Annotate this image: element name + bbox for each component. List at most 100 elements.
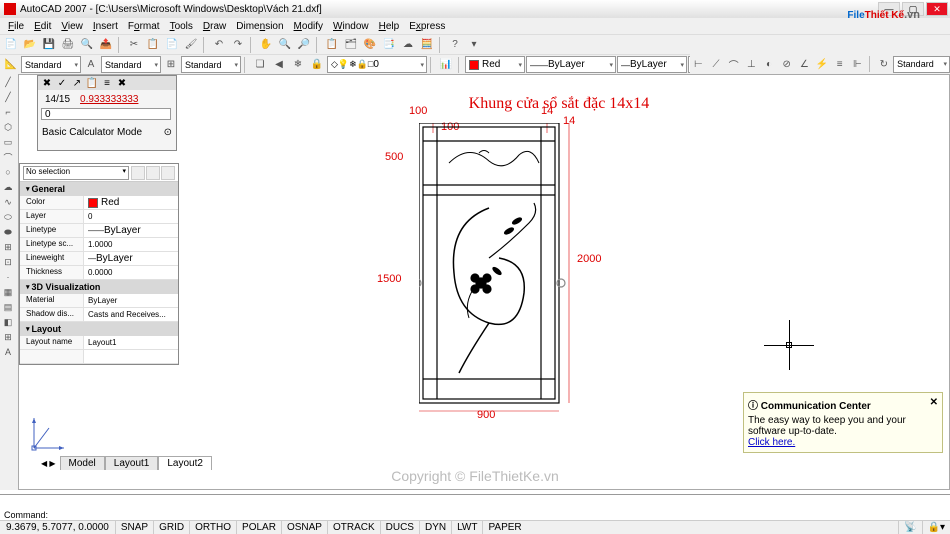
gradient-icon[interactable]: ▤: [0, 300, 16, 314]
tab-layout1[interactable]: Layout1: [105, 456, 159, 470]
sheet-set-icon[interactable]: 📑: [380, 36, 398, 54]
communication-center[interactable]: ⓘ Communication Center ✕ The easy way to…: [743, 392, 943, 453]
calc-clear-icon[interactable]: ✖: [41, 77, 53, 89]
zoom-icon[interactable]: 🔍: [276, 36, 294, 54]
dim-quick-icon[interactable]: ⚡: [814, 55, 831, 73]
point-icon[interactable]: ·: [0, 270, 16, 284]
dim-linear-icon[interactable]: ⊢: [690, 55, 707, 73]
dyn-toggle[interactable]: DYN: [419, 521, 451, 534]
menu-dimension[interactable]: Dimension: [232, 21, 287, 32]
drawing-canvas[interactable]: ✖ ✓ ↗ 📋 ≡ ✖ 14/150.933333333 0 Basic Cal…: [18, 74, 950, 490]
text-style-icon[interactable]: A: [82, 56, 100, 74]
menu-insert[interactable]: Insert: [89, 21, 122, 32]
revcloud-icon[interactable]: ☁: [0, 180, 16, 194]
comm-close-icon[interactable]: ✕: [930, 397, 938, 412]
xline-icon[interactable]: ╱: [0, 90, 16, 104]
ortho-toggle[interactable]: ORTHO: [189, 521, 236, 534]
print-icon[interactable]: 🖨: [59, 36, 77, 54]
ducs-toggle[interactable]: DUCS: [380, 521, 419, 534]
spline-icon[interactable]: ∿: [0, 195, 16, 209]
properties-panel[interactable]: No selection General ColorRed Layer0 Lin…: [19, 163, 179, 365]
calc-paste-icon[interactable]: 📋: [86, 77, 98, 89]
quickcalc-panel[interactable]: ✖ ✓ ↗ 📋 ≡ ✖ 14/150.933333333 0 Basic Cal…: [37, 75, 177, 151]
tab-layout2[interactable]: Layout2: [158, 456, 212, 470]
dim-baseline-icon[interactable]: ≡: [831, 55, 848, 73]
markup-icon[interactable]: ☁: [399, 36, 417, 54]
color-dropdown[interactable]: Red: [465, 56, 525, 73]
rectangle-icon[interactable]: ▭: [0, 135, 16, 149]
dim-style-icon[interactable]: 📐: [2, 56, 20, 74]
text-style-dropdown[interactable]: Standard: [101, 56, 161, 73]
layer-prev-icon[interactable]: ◀: [270, 56, 288, 74]
menu-edit[interactable]: Edit: [30, 21, 55, 32]
tray-comm-icon[interactable]: 📡: [898, 521, 921, 534]
pick-icon[interactable]: [131, 166, 145, 180]
open-icon[interactable]: 📂: [21, 36, 39, 54]
preview-icon[interactable]: 🔍: [78, 36, 96, 54]
osnap-toggle[interactable]: OSNAP: [281, 521, 327, 534]
tool-palette-icon[interactable]: 🎨: [361, 36, 379, 54]
design-center-icon[interactable]: 🗂: [342, 36, 360, 54]
new-icon[interactable]: 📄: [2, 36, 20, 54]
menu-draw[interactable]: Draw: [199, 21, 230, 32]
dim-aligned-icon[interactable]: ⟋: [708, 55, 725, 73]
calc-help-icon[interactable]: ✖: [116, 77, 128, 89]
table-style-dropdown[interactable]: Standard: [181, 56, 241, 73]
menu-format[interactable]: Format: [124, 21, 164, 32]
copy-icon[interactable]: 📋: [144, 36, 162, 54]
menu-file[interactable]: File: [4, 21, 28, 32]
save-icon[interactable]: 💾: [40, 36, 58, 54]
ellipse-arc-icon[interactable]: ⬬: [0, 225, 16, 239]
pan-icon[interactable]: ✋: [257, 36, 275, 54]
menu-view[interactable]: View: [57, 21, 87, 32]
publish-icon[interactable]: 📤: [97, 36, 115, 54]
dim-continue-icon[interactable]: ⊩: [849, 55, 866, 73]
toggle-icon[interactable]: [161, 166, 175, 180]
circle-icon[interactable]: ○: [0, 165, 16, 179]
section-3dviz[interactable]: 3D Visualization: [20, 280, 178, 294]
grid-toggle[interactable]: GRID: [153, 521, 189, 534]
arc-icon[interactable]: ⌒: [0, 150, 16, 164]
paper-toggle[interactable]: PAPER: [482, 521, 526, 534]
paste-icon[interactable]: 📄: [163, 36, 181, 54]
dim-diameter-icon[interactable]: ⊘: [778, 55, 795, 73]
properties-icon[interactable]: 📋: [323, 36, 341, 54]
linetype-dropdown[interactable]: —— ByLayer: [526, 56, 616, 73]
dim-style-right[interactable]: Standard: [893, 56, 950, 73]
ellipse-icon[interactable]: ⬭: [0, 210, 16, 224]
lineweight-dropdown[interactable]: — ByLayer: [617, 56, 687, 73]
insert-block-icon[interactable]: ⊞: [0, 240, 16, 254]
calc-icon[interactable]: 🧮: [418, 36, 436, 54]
dim-update-icon[interactable]: ↻: [876, 55, 893, 73]
calc-input[interactable]: 0: [41, 108, 171, 120]
dim-radius-icon[interactable]: ◐: [761, 55, 778, 73]
match-icon[interactable]: 🖌: [182, 36, 200, 54]
menu-help[interactable]: Help: [375, 21, 404, 32]
section-layout[interactable]: Layout: [20, 322, 178, 336]
make-block-icon[interactable]: ⊡: [0, 255, 16, 269]
mtext-icon[interactable]: A: [0, 345, 16, 359]
calc-history-icon[interactable]: ✓: [56, 77, 68, 89]
region-icon[interactable]: ◧: [0, 315, 16, 329]
tab-model[interactable]: Model: [60, 456, 105, 470]
line-icon[interactable]: ╱: [0, 75, 16, 89]
selection-dropdown[interactable]: No selection: [23, 166, 129, 180]
menu-modify[interactable]: Modify: [290, 21, 327, 32]
table-style-icon[interactable]: ⊞: [162, 56, 180, 74]
snap-toggle[interactable]: SNAP: [115, 521, 153, 534]
layer-dropdown[interactable]: ◇💡❄🔒□ 0: [327, 56, 427, 73]
layer-icon[interactable]: ❏: [251, 56, 269, 74]
command-line[interactable]: [0, 494, 950, 520]
table-icon[interactable]: ⊞: [0, 330, 16, 344]
polar-toggle[interactable]: POLAR: [236, 521, 281, 534]
layer-lock-icon[interactable]: 🔒: [308, 56, 326, 74]
otrack-toggle[interactable]: OTRACK: [327, 521, 380, 534]
dim-style-dropdown[interactable]: Standard: [21, 56, 81, 73]
section-general[interactable]: General: [20, 182, 178, 196]
redo-icon[interactable]: ↷: [229, 36, 247, 54]
hatch-icon[interactable]: ▦: [0, 285, 16, 299]
calc-var-icon[interactable]: ≡: [101, 77, 113, 89]
menu-window[interactable]: Window: [329, 21, 373, 32]
dim-angular-icon[interactable]: ∠: [796, 55, 813, 73]
dim-arc-icon[interactable]: ⌒: [725, 55, 742, 73]
